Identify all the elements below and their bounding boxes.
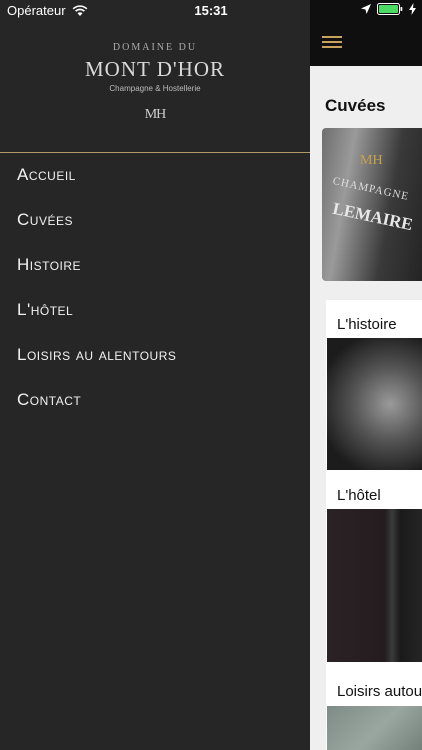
brand-subtitle: Champagne & Hostellerie: [109, 84, 201, 93]
status-bar: Opérateur 15:31: [0, 0, 422, 22]
location-arrow-icon: [361, 4, 371, 14]
menu-item-hotel[interactable]: L'hôtel: [0, 297, 310, 342]
status-time: 15:31: [194, 3, 228, 18]
status-right: [361, 3, 416, 15]
menu-item-contact[interactable]: Contact: [0, 387, 310, 432]
page-title: Cuvées: [325, 96, 386, 115]
histoire-image[interactable]: [327, 338, 422, 470]
charging-bolt-icon: [409, 3, 416, 15]
menu-item-histoire[interactable]: Histoire: [0, 252, 310, 297]
menu-item-cuvees[interactable]: Cuvées: [0, 207, 310, 252]
hamburger-menu-icon[interactable]: [322, 36, 342, 49]
menu-item-accueil[interactable]: Accueil: [0, 162, 310, 207]
battery-icon: [377, 3, 403, 15]
brand-pre: DOMAINE DU: [112, 42, 198, 53]
brand-logo: DOMAINE DU MONT D'HOR Champagne & Hostel…: [0, 42, 310, 123]
loisirs-map-image[interactable]: [327, 706, 422, 750]
menu-item-loisirs[interactable]: Loisirs au alentours: [0, 342, 310, 387]
card-label-loisirs: Loisirs autou: [337, 683, 422, 700]
brand-monogram: MH: [144, 107, 167, 122]
main-content: Cuvées MH CHAMPAGNE LEMAIRE L'histoire L…: [310, 0, 422, 750]
brand-title: MONT D'HOR: [85, 57, 225, 81]
drawer-divider: [0, 152, 310, 153]
card-label-histoire: L'histoire: [337, 316, 397, 333]
drawer-menu: Accueil Cuvées Histoire L'hôtel Loisirs …: [0, 162, 310, 432]
card-label-hotel: L'hôtel: [337, 487, 381, 504]
bottle-monogram: MH: [360, 153, 383, 168]
hotel-image[interactable]: [327, 509, 422, 662]
navigation-drawer: DOMAINE DU MONT D'HOR Champagne & Hostel…: [0, 0, 310, 750]
